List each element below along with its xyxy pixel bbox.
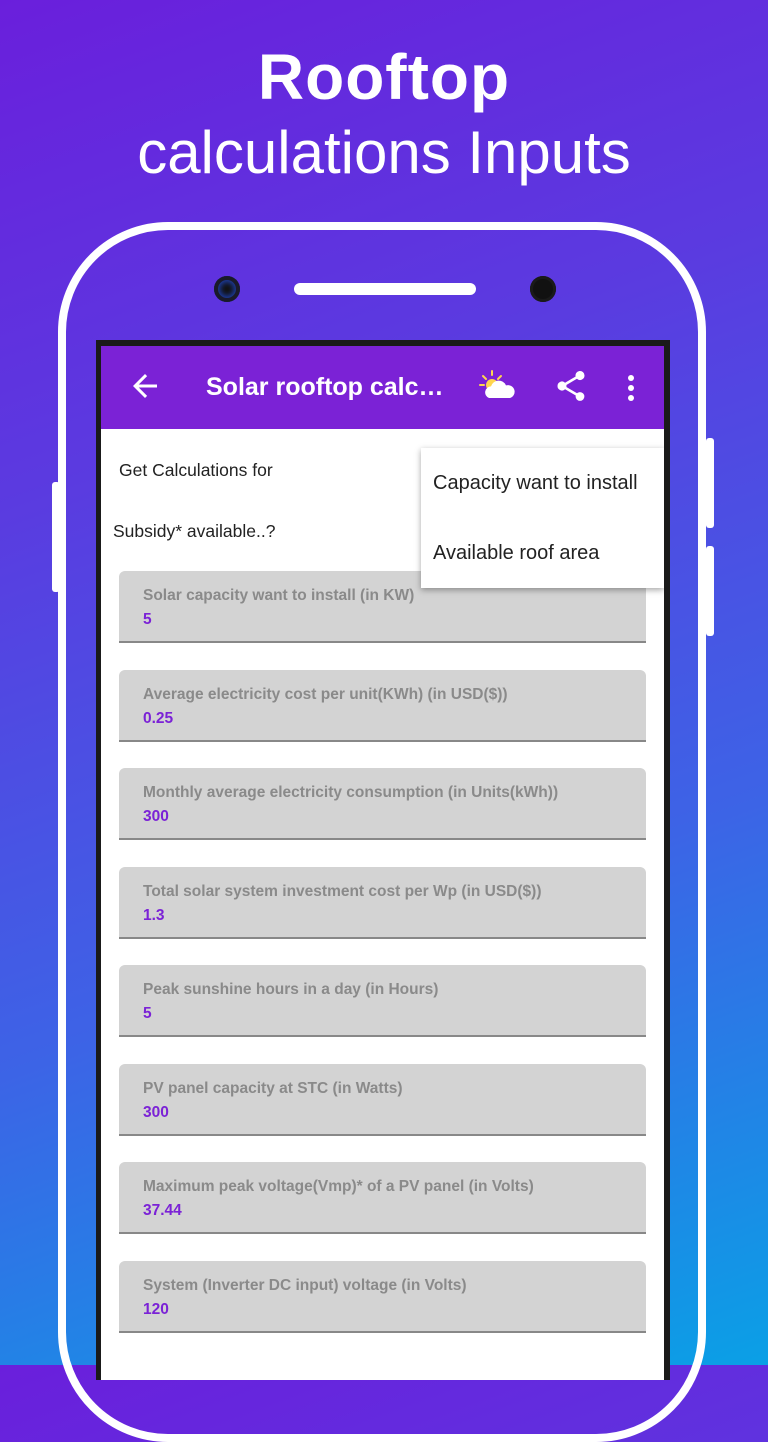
field-electricity-cost[interactable]: Average electricity cost per unit(KWh) (… bbox=[119, 670, 646, 742]
weather-icon[interactable] bbox=[479, 368, 519, 404]
headline-title: Rooftop bbox=[257, 41, 511, 113]
field-monthly-consumption[interactable]: Monthly average electricity consumption … bbox=[119, 768, 646, 840]
earpiece-speaker bbox=[294, 283, 476, 295]
field-label: System (Inverter DC input) voltage (in V… bbox=[143, 1277, 467, 1294]
subsidy-label: Subsidy* available..? bbox=[113, 521, 276, 541]
phone-side-button-left bbox=[52, 482, 60, 592]
field-label: Total solar system investment cost per W… bbox=[143, 883, 542, 900]
app-bar: Solar rooftop calc… bbox=[101, 346, 664, 429]
field-label: Monthly average electricity consumption … bbox=[143, 784, 559, 801]
field-value: 300 bbox=[143, 808, 169, 825]
front-camera bbox=[214, 276, 240, 302]
field-label: Solar capacity want to install (in KW) bbox=[143, 587, 415, 604]
menu-item-roof-area[interactable]: Available roof area bbox=[433, 542, 599, 565]
get-calculations-label: Get Calculations for bbox=[119, 460, 273, 480]
phone-screen: Solar rooftop calc… Get Calculations for… bbox=[96, 340, 670, 1380]
field-value: 5 bbox=[143, 611, 152, 628]
phone-side-button-right-2 bbox=[706, 546, 714, 636]
field-label: Peak sunshine hours in a day (in Hours) bbox=[143, 981, 439, 998]
phone-side-button-right-1 bbox=[706, 438, 714, 528]
more-vert-icon[interactable] bbox=[621, 370, 641, 406]
field-investment-cost[interactable]: Total solar system investment cost per W… bbox=[119, 867, 646, 939]
field-sunshine-hours[interactable]: Peak sunshine hours in a day (in Hours) … bbox=[119, 965, 646, 1037]
field-value: 37.44 bbox=[143, 1202, 182, 1219]
calculation-type-menu: Capacity want to install Available roof … bbox=[421, 448, 664, 588]
field-label: Maximum peak voltage(Vmp)* of a PV panel… bbox=[143, 1178, 534, 1195]
proximity-sensor bbox=[530, 276, 556, 302]
headline-subtitle: calculations Inputs bbox=[137, 119, 631, 186]
field-system-voltage[interactable]: System (Inverter DC input) voltage (in V… bbox=[119, 1261, 646, 1333]
field-label: Average electricity cost per unit(KWh) (… bbox=[143, 686, 508, 703]
app-title: Solar rooftop calc… bbox=[206, 373, 444, 401]
menu-item-capacity[interactable]: Capacity want to install bbox=[433, 472, 638, 495]
field-pv-capacity[interactable]: PV panel capacity at STC (in Watts) 300 bbox=[119, 1064, 646, 1136]
field-value: 120 bbox=[143, 1301, 169, 1318]
back-arrow-icon[interactable] bbox=[127, 368, 163, 404]
field-value: 300 bbox=[143, 1104, 169, 1121]
field-value: 1.3 bbox=[143, 907, 165, 924]
share-icon[interactable] bbox=[553, 368, 589, 404]
field-label: PV panel capacity at STC (in Watts) bbox=[143, 1080, 403, 1097]
field-peak-voltage[interactable]: Maximum peak voltage(Vmp)* of a PV panel… bbox=[119, 1162, 646, 1234]
app-screen: Solar rooftop calc… Get Calculations for… bbox=[101, 346, 664, 1380]
field-value: 0.25 bbox=[143, 710, 174, 727]
field-value: 5 bbox=[143, 1005, 152, 1022]
